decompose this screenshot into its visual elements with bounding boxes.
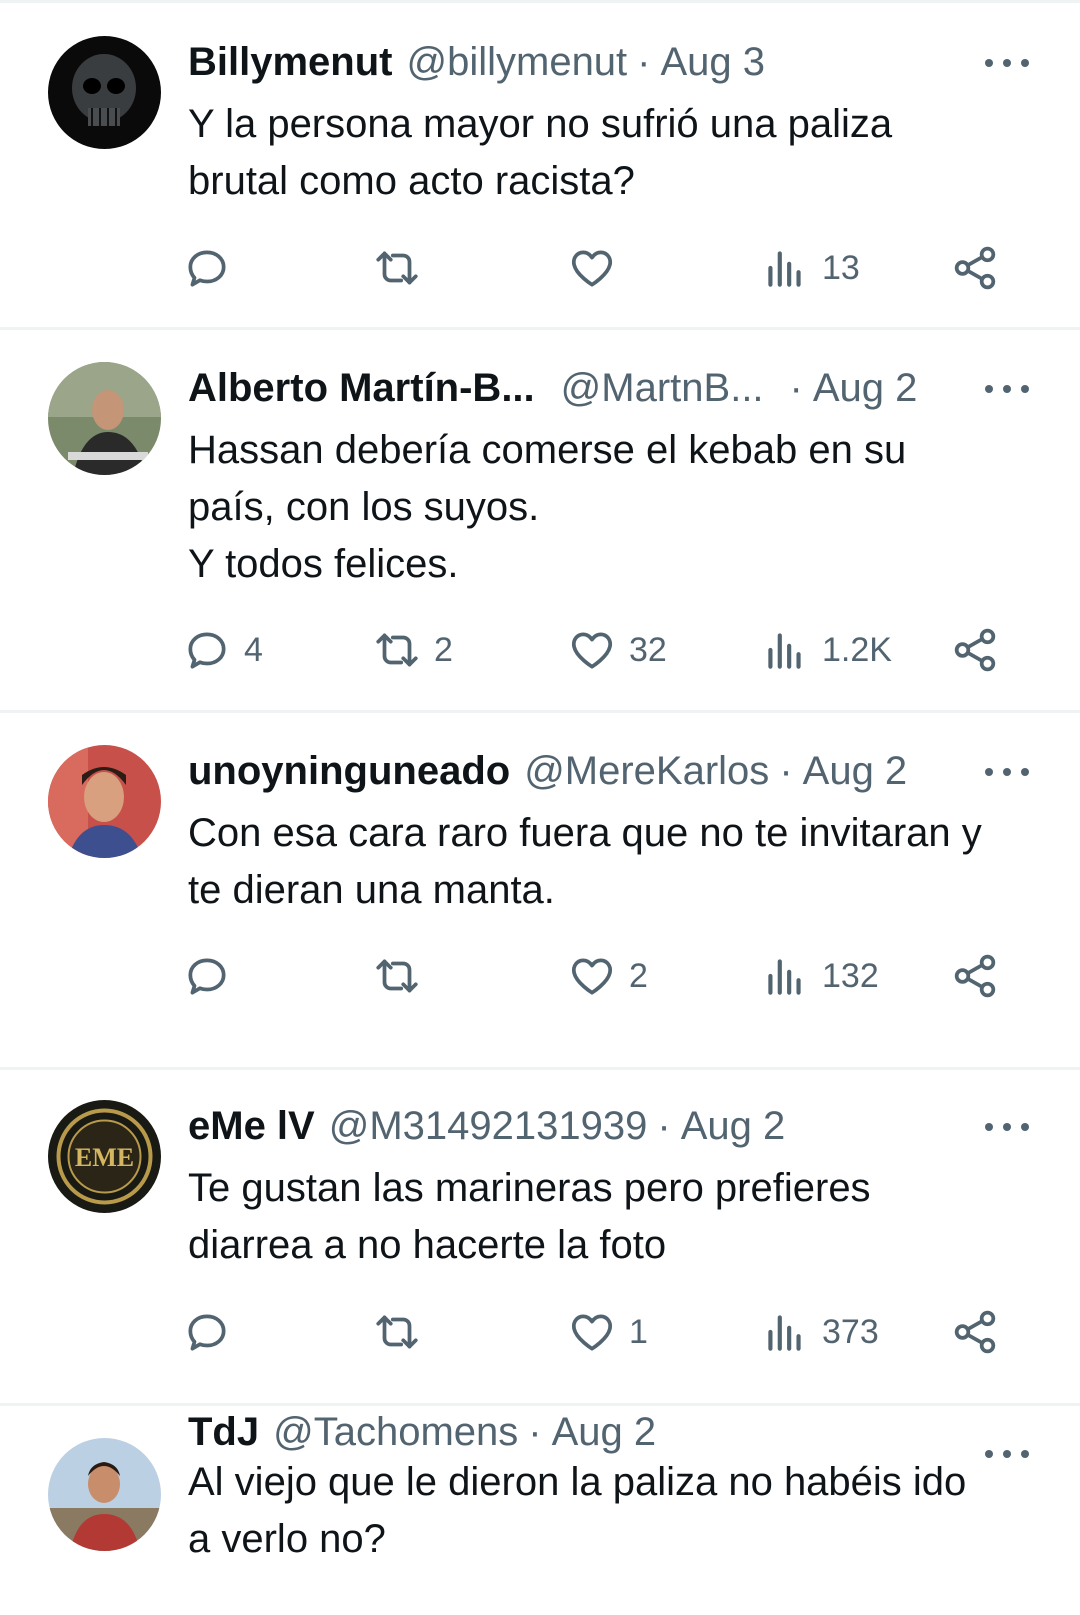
views-icon [768, 633, 801, 669]
tweet-header: unoyninguneado @MereKarlos · Aug 2 [188, 741, 960, 801]
views-count: 13 [822, 248, 860, 287]
reply-icon [188, 250, 226, 287]
retweet-count: 2 [434, 630, 453, 669]
tweet-text: Al viejo que le dieron la paliza no habé… [188, 1460, 967, 1561]
like-button[interactable]: 32 [567, 620, 667, 680]
tweet-reply[interactable]: TdJ @Tachomens · Aug 2 Al viejo que le d… [0, 1406, 1080, 1615]
like-button[interactable]: 1 [567, 1302, 648, 1362]
retweet-button[interactable] [372, 1302, 434, 1362]
retweet-icon [376, 1315, 418, 1349]
tweet-reply[interactable]: Alberto Martín-B... @MartnB... · Aug 2 H… [0, 330, 1080, 713]
retweet-icon [376, 251, 418, 285]
more-icon[interactable] [985, 762, 1029, 782]
views-button[interactable]: 373 [760, 1302, 879, 1362]
reply-icon [188, 1314, 226, 1351]
avatar[interactable] [48, 362, 161, 475]
tweet-header: eMe lV @M31492131939 · Aug 2 [188, 1096, 960, 1156]
like-count: 2 [629, 956, 648, 995]
user-handle[interactable]: @M31492131939 [329, 1096, 648, 1156]
tweet-date[interactable]: Aug 2 [803, 741, 908, 801]
share-icon [954, 954, 996, 998]
reply-count: 4 [244, 630, 263, 669]
tweet-reply[interactable]: Billymenut @billymenut · Aug 3 Y la pers… [0, 0, 1080, 330]
views-button[interactable]: 132 [760, 946, 879, 1006]
action-bar: 1 373 [0, 1302, 1080, 1362]
retweet-icon [376, 633, 418, 667]
user-handle[interactable]: @MereKarlos [524, 741, 769, 801]
views-icon [768, 251, 801, 287]
reply-button[interactable] [182, 238, 244, 298]
tweet-date[interactable]: Aug 2 [681, 1096, 786, 1156]
action-bar: 4 2 32 1.2K [0, 620, 1080, 680]
avatar[interactable]: EME [48, 1100, 161, 1213]
share-icon [954, 1310, 996, 1354]
reply-button[interactable]: 4 [182, 620, 263, 680]
retweet-button[interactable]: 2 [372, 620, 453, 680]
more-icon[interactable] [985, 379, 1029, 399]
heart-icon [571, 958, 613, 995]
display-name[interactable]: unoyninguneado [188, 741, 510, 801]
retweet-button[interactable] [372, 946, 434, 1006]
more-icon[interactable] [985, 1117, 1029, 1137]
reply-icon [188, 958, 226, 995]
views-count: 373 [822, 1312, 879, 1351]
reply-button[interactable] [182, 946, 244, 1006]
avatar[interactable] [48, 36, 161, 149]
action-bar: 13 [0, 238, 1080, 298]
tweet-reply[interactable]: unoyninguneado @MereKarlos · Aug 2 Con e… [0, 713, 1080, 1070]
share-icon [954, 628, 996, 672]
tweet-text: Hassan debería comerse el kebab en su pa… [188, 428, 907, 586]
share-button[interactable] [950, 1302, 1000, 1362]
tweet-text: Y la persona mayor no sufrió una paliza … [188, 102, 893, 203]
display-name[interactable]: Alberto Martín-B... [188, 358, 535, 418]
tweet-header: Billymenut @billymenut · Aug 3 [188, 32, 960, 92]
views-count: 132 [822, 956, 879, 995]
svg-text:EME: EME [75, 1143, 134, 1172]
like-count: 32 [629, 630, 667, 669]
separator-dot: · [637, 40, 651, 84]
heart-icon [571, 1314, 613, 1351]
like-button[interactable] [567, 238, 629, 298]
more-icon[interactable] [985, 53, 1029, 73]
separator-dot: · [789, 366, 803, 410]
share-icon [954, 246, 996, 290]
views-button[interactable]: 13 [760, 238, 860, 298]
avatar[interactable] [48, 1438, 161, 1551]
user-handle[interactable]: @billymenut [406, 32, 627, 92]
action-bar: 2 132 [0, 946, 1080, 1006]
retweet-button[interactable] [372, 238, 434, 298]
separator-dot: · [779, 749, 793, 793]
tweet-reply[interactable]: EME eMe lV @M31492131939 · Aug 2 Te gust… [0, 1070, 1080, 1406]
retweet-icon [376, 959, 418, 993]
heart-icon [571, 250, 613, 287]
views-icon [768, 959, 801, 995]
heart-icon [571, 632, 613, 669]
share-button[interactable] [950, 620, 1000, 680]
share-button[interactable] [950, 946, 1000, 1006]
tweet-header: Alberto Martín-B... @MartnB... · Aug 2 [188, 358, 960, 418]
tweet-date[interactable]: Aug 3 [661, 32, 766, 92]
avatar[interactable] [48, 745, 161, 858]
views-button[interactable]: 1.2K [760, 620, 892, 680]
tweet-date[interactable]: Aug 2 [813, 358, 918, 418]
like-count: 1 [629, 1312, 648, 1351]
display-name[interactable]: eMe lV [188, 1096, 315, 1156]
reply-button[interactable] [182, 1302, 244, 1362]
user-handle[interactable]: @MartnB... [561, 358, 764, 418]
views-count: 1.2K [822, 630, 892, 669]
tweet-text: Con esa cara raro fuera que no te invita… [188, 811, 982, 912]
views-icon [768, 1315, 801, 1351]
share-button[interactable] [950, 238, 1000, 298]
reply-icon [188, 632, 226, 669]
like-button[interactable]: 2 [567, 946, 648, 1006]
display-name[interactable]: Billymenut [188, 32, 392, 92]
separator-dot: · [657, 1104, 671, 1148]
tweet-text: Te gustan las marineras pero prefieres d… [188, 1166, 871, 1267]
